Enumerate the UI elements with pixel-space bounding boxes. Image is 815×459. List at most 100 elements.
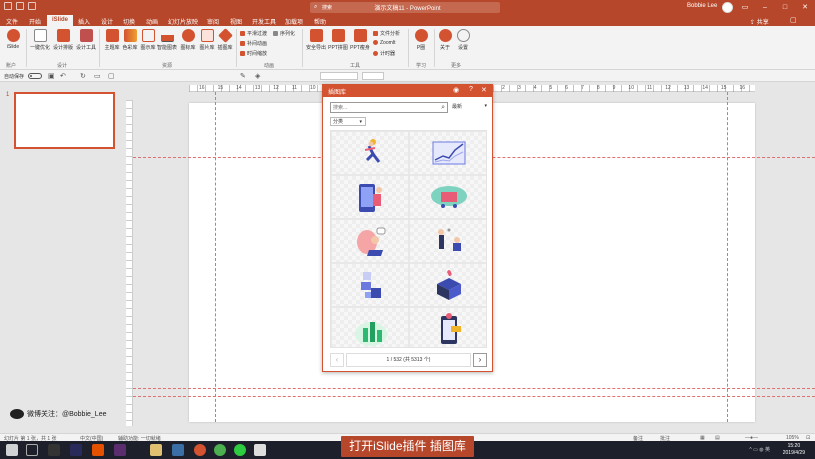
next-page-button[interactable]: › [473,353,487,367]
watermark-text: 微博关注：@Bobbie_Lee [27,411,107,418]
format-painter-icon[interactable]: ✎ [240,72,246,80]
start-icon[interactable] [6,444,18,456]
comment-icon[interactable]: ▢ [790,16,797,24]
tab-view[interactable]: 视图 [230,17,242,26]
illustration-item[interactable] [331,219,409,263]
system-tray[interactable]: ^ ▭ ◍ 英 [749,446,770,453]
font-name-select[interactable] [320,72,358,80]
smooth-transition-button[interactable]: 平滑过渡 [240,30,267,37]
chrome-icon[interactable] [214,444,226,456]
illustration-item[interactable] [409,175,486,219]
ruler-number: 16 [199,85,205,91]
sequence-button[interactable]: 序列化 [273,30,295,37]
file-analysis-button[interactable]: 文件分析 [373,30,400,37]
tab-islide[interactable]: iSlide [47,15,74,26]
illustration-library-button[interactable]: 插图库 [214,28,236,51]
safe-export-button[interactable]: 安全导出 [305,29,327,51]
tab-help[interactable]: 帮助 [314,17,326,26]
redo-icon[interactable]: ↻ [80,72,86,80]
minimize-icon[interactable]: – [755,0,775,15]
illustration-item[interactable] [331,131,409,175]
tab-transitions[interactable]: 切换 [123,17,135,26]
file-explorer-icon[interactable] [150,444,162,456]
previous-page-button[interactable]: ‹ [330,353,344,367]
tell-me-search[interactable]: ⌕ 搜索 [310,2,500,13]
illustration-item[interactable] [409,307,486,347]
premiere-icon[interactable] [70,444,82,456]
slide-thumbnail[interactable] [14,92,115,149]
task-view-icon[interactable] [48,444,60,456]
illustrator-icon[interactable] [92,444,104,456]
guide-line-horizontal[interactable] [133,388,815,389]
timer-button[interactable]: 计时器 [373,50,395,57]
sort-select[interactable]: 最新 ▾ [452,103,487,112]
tab-review[interactable]: 审阅 [207,17,219,26]
diagram-icon [141,29,155,42]
tween-animation-button[interactable]: 补间动画 [240,40,267,47]
app-icon[interactable] [254,444,266,456]
one-click-optimize-button[interactable]: 一键优化 [29,29,51,51]
after-effects-icon[interactable] [114,444,126,456]
p-circle-button[interactable]: P圈 [410,29,432,51]
green-bar-chart-illustration [355,322,387,346]
font-size-select[interactable] [362,72,384,80]
tab-slideshow[interactable]: 幻灯片放映 [168,17,198,26]
help-icon[interactable]: ? [469,86,473,93]
slim-icon [353,29,367,42]
undo-icon[interactable]: ↶ [60,72,66,80]
tab-home[interactable]: 开始 [29,17,41,26]
search-icon[interactable] [26,444,38,456]
tab-insert[interactable]: 插入 [78,17,90,26]
category-filter[interactable]: 分类 ▾ [330,117,366,126]
design-tools-button[interactable]: 设计工具 [75,29,97,51]
islide-account-button[interactable]: iSlide [2,29,24,50]
ppt-puzzle-button[interactable]: PPT拼图 [327,29,349,51]
sequence-icon [273,31,278,36]
store-icon[interactable] [172,444,184,456]
illustration-search-box[interactable]: ⌕ [330,102,448,113]
zoomit-label: ZoomIt [380,40,396,46]
avatar[interactable] [722,2,733,13]
tab-design[interactable]: 设计 [101,17,113,26]
illustration-item[interactable] [409,131,486,175]
tab-developer[interactable]: 开发工具 [252,17,276,26]
maximize-icon[interactable]: □ [775,0,795,15]
tab-addins[interactable]: 加载项 [285,17,303,26]
close-icon[interactable]: ✕ [795,0,815,15]
illustration-item[interactable] [409,263,486,307]
present-icon[interactable]: ▭ [94,72,101,80]
illustration-item[interactable] [331,175,409,219]
paint-bucket-icon[interactable]: ◈ [255,72,260,80]
ruler-number: 4 [533,85,537,91]
user-name[interactable]: Bobbie Lee [687,3,717,9]
wechat-icon[interactable] [234,444,246,456]
illustration-item[interactable] [331,307,409,347]
ribbon-display-icon[interactable]: ▭ [735,0,755,15]
shape-icon[interactable]: ▢ [108,72,115,80]
guide-line-vertical[interactable] [215,92,216,422]
save-icon[interactable]: ▣ [48,72,55,80]
design-layout-button[interactable]: 设计排版 [52,29,74,51]
tab-animations[interactable]: 动画 [146,17,158,26]
time-scale-button[interactable]: 时间缩放 [240,50,267,57]
powerpoint-icon[interactable] [194,444,206,456]
eye-icon[interactable]: ◉ [453,86,459,94]
guide-line-vertical[interactable] [727,92,728,422]
autosave-toggle[interactable] [28,73,42,79]
person-speech-illustration [357,227,386,256]
search-icon[interactable]: ⌕ [441,104,445,112]
group-label-resources: 资源 [162,63,173,69]
settings-button[interactable]: 设置 [452,29,474,51]
ppt-slim-button[interactable]: PPT瘦身 [349,29,371,51]
taskbar-clock[interactable]: 15:20 2019/4/29 [783,443,805,457]
illustration-search-input[interactable] [331,103,431,112]
zoomit-button[interactable]: ZoomIt [373,40,396,46]
close-icon[interactable]: ✕ [481,86,487,94]
islide-account-label: iSlide [6,44,20,50]
illustration-item[interactable] [331,263,409,307]
guide-line-horizontal[interactable] [133,396,815,397]
tab-file[interactable]: 文件 [6,17,18,26]
share-button[interactable]: ⇪ 共享 [750,17,769,26]
illustration-item[interactable] [409,219,486,263]
smart-chart-button[interactable]: 智能图表 [156,29,178,51]
